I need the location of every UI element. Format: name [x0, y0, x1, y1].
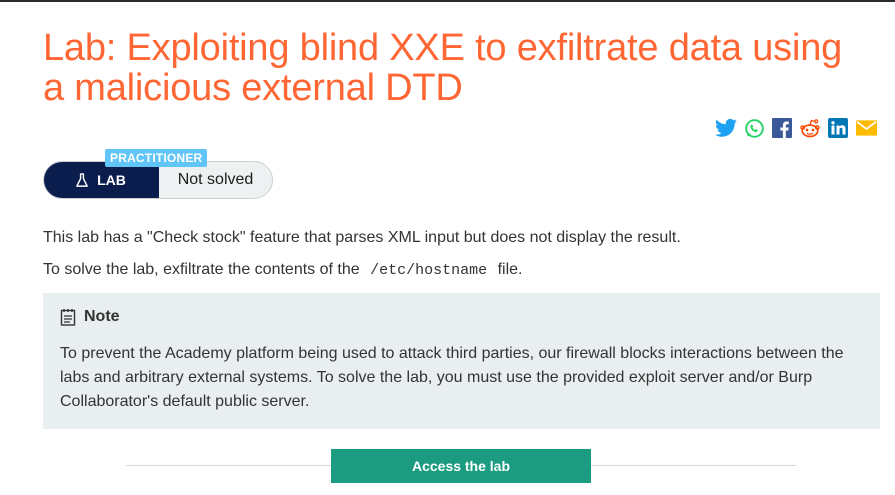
hostname-code: /etc/hostname — [370, 262, 488, 279]
description-line-2-text: To solve the lab, exfiltrate the content… — [43, 261, 360, 278]
description-line-1: This lab has a "Check stock" feature tha… — [43, 229, 681, 246]
solve-status: Not solved — [177, 171, 254, 188]
difficulty-badge: PRACTITIONER — [105, 149, 208, 167]
linkedin-icon[interactable] — [827, 117, 849, 139]
note-box: Note To prevent the Academy platform bei… — [43, 293, 880, 429]
description-line-2: To solve the lab, exfiltrate the content… — [43, 260, 522, 281]
note-header: Note — [60, 308, 863, 326]
flask-icon — [76, 172, 88, 187]
notepad-icon — [60, 309, 76, 326]
email-icon[interactable] — [855, 117, 877, 139]
share-bar — [715, 117, 877, 139]
page-title: Lab: Exploiting blind XXE to exfiltrate … — [43, 27, 843, 109]
lab-label: LAB — [44, 162, 159, 198]
reddit-icon[interactable] — [799, 117, 821, 139]
access-lab-button[interactable]: Access the lab — [331, 449, 591, 483]
note-body: To prevent the Academy platform being us… — [60, 345, 844, 410]
whatsapp-icon[interactable] — [743, 117, 765, 139]
twitter-icon[interactable] — [715, 117, 737, 139]
note-heading: Note — [84, 308, 120, 325]
facebook-icon[interactable] — [771, 117, 793, 139]
lab-label-text: LAB — [97, 172, 126, 188]
description-line-2-tail: file. — [497, 261, 523, 278]
